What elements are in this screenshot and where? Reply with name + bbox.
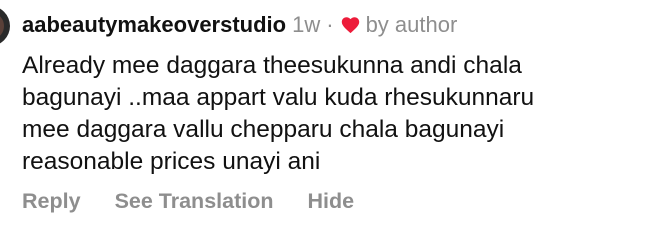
avatar-image: [0, 14, 4, 38]
comment: aabeautymakeoverstudio 1w · by author Al…: [22, 9, 637, 213]
comment-username[interactable]: aabeautymakeoverstudio: [22, 12, 286, 38]
comment-body-line: reasonable prices unayi ani: [22, 148, 321, 175]
heart-icon: [341, 17, 359, 34]
comment-body-line: mee daggara vallu chepparu chala bagunay…: [22, 116, 505, 143]
liked-by-author-label: by author: [365, 12, 458, 37]
header-separator: ·: [326, 12, 334, 37]
comment-actions: Reply See Translation Hide: [22, 189, 354, 214]
comment-header: aabeautymakeoverstudio 1w · by author: [22, 9, 637, 41]
reply-button[interactable]: Reply: [22, 189, 81, 214]
see-translation-button[interactable]: See Translation: [115, 189, 274, 214]
comment-timestamp: 1w: [292, 12, 321, 37]
comment-body: Already mee daggara theesukunna andi cha…: [22, 50, 634, 178]
comment-body-line: bagunayi ..maa appart valu kuda rhesukun…: [22, 84, 535, 111]
hide-button[interactable]: Hide: [307, 189, 354, 214]
commenter-avatar[interactable]: [0, 6, 10, 46]
comment-body-line: Already mee daggara theesukunna andi cha…: [22, 52, 522, 79]
